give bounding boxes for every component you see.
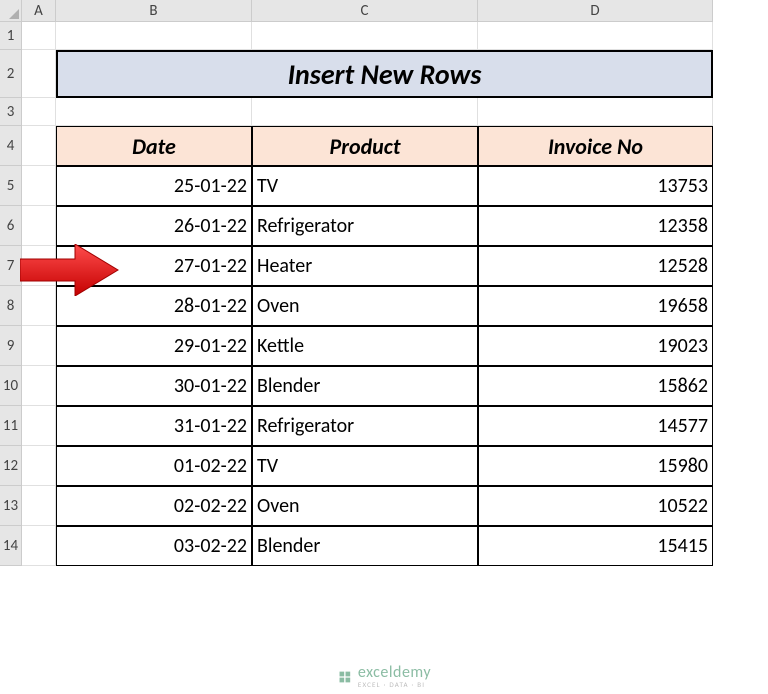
cell-invoice[interactable]: 12358 <box>478 206 713 246</box>
cell-d3[interactable] <box>478 98 713 126</box>
cell-product[interactable]: Blender <box>252 526 478 566</box>
table-row: 25-01-22 TV 13753 <box>22 166 713 206</box>
cell-date[interactable]: 29-01-22 <box>56 326 252 366</box>
cell-a3[interactable] <box>22 98 56 126</box>
watermark-tagline: EXCEL · DATA · BI <box>358 681 431 688</box>
cell-product[interactable]: TV <box>252 166 478 206</box>
row-header-9[interactable]: 9 <box>0 326 22 366</box>
cell-invoice[interactable]: 10522 <box>478 486 713 526</box>
column-headers: A B C D <box>22 0 713 22</box>
row-header-11[interactable]: 11 <box>0 406 22 446</box>
row-header-6[interactable]: 6 <box>0 206 22 246</box>
table-row: 28-01-22 Oven 19658 <box>22 286 713 326</box>
cell-a2[interactable] <box>22 50 56 98</box>
cell-date[interactable]: 31-01-22 <box>56 406 252 446</box>
header-invoice[interactable]: Invoice No <box>478 126 713 166</box>
table-row: 31-01-22 Refrigerator 14577 <box>22 406 713 446</box>
row-headers: 1 2 3 4 5 6 7 8 9 10 11 12 13 14 <box>0 22 22 566</box>
cell-invoice[interactable]: 15862 <box>478 366 713 406</box>
cell-product[interactable]: Oven <box>252 486 478 526</box>
cell-empty[interactable] <box>22 526 56 566</box>
cell-product[interactable]: Kettle <box>252 326 478 366</box>
arrow-icon <box>20 244 120 301</box>
cell-invoice[interactable]: 19658 <box>478 286 713 326</box>
row-header-5[interactable]: 5 <box>0 166 22 206</box>
cell-a1[interactable] <box>22 22 56 50</box>
cell-date[interactable]: 26-01-22 <box>56 206 252 246</box>
header-date[interactable]: Date <box>56 126 252 166</box>
cell-invoice[interactable]: 12528 <box>478 246 713 286</box>
watermark-icon <box>337 669 353 685</box>
select-all-corner[interactable] <box>0 0 22 22</box>
table-row: 02-02-22 Oven 10522 <box>22 486 713 526</box>
cell-empty[interactable] <box>22 406 56 446</box>
col-header-a[interactable]: A <box>22 0 56 22</box>
cell-date[interactable]: 25-01-22 <box>56 166 252 206</box>
title-cell[interactable]: Insert New Rows <box>56 50 713 98</box>
cell-c3[interactable] <box>252 98 478 126</box>
cell-empty[interactable] <box>22 326 56 366</box>
cell-empty[interactable] <box>22 206 56 246</box>
cell-c1[interactable] <box>252 22 478 50</box>
cell-date[interactable]: 03-02-22 <box>56 526 252 566</box>
cell-d1[interactable] <box>478 22 713 50</box>
cell-product[interactable]: Oven <box>252 286 478 326</box>
row-header-14[interactable]: 14 <box>0 526 22 566</box>
row-header-4[interactable]: 4 <box>0 126 22 166</box>
cell-product[interactable]: Heater <box>252 246 478 286</box>
cell-date[interactable]: 01-02-22 <box>56 446 252 486</box>
cell-a4[interactable] <box>22 126 56 166</box>
table-row: 30-01-22 Blender 15862 <box>22 366 713 406</box>
cell-invoice[interactable]: 19023 <box>478 326 713 366</box>
cell-product[interactable]: Blender <box>252 366 478 406</box>
row-header-12[interactable]: 12 <box>0 446 22 486</box>
cell-empty[interactable] <box>22 366 56 406</box>
col-header-c[interactable]: C <box>252 0 478 22</box>
table-row: 26-01-22 Refrigerator 12358 <box>22 206 713 246</box>
cell-invoice[interactable]: 15415 <box>478 526 713 566</box>
cell-b3[interactable] <box>56 98 252 126</box>
table-row: 01-02-22 TV 15980 <box>22 446 713 486</box>
header-product[interactable]: Product <box>252 126 478 166</box>
watermark: exceldemy EXCEL · DATA · BI <box>337 665 431 688</box>
cell-empty[interactable] <box>22 166 56 206</box>
spreadsheet-grid: Insert New Rows Date Product Invoice No … <box>22 22 713 566</box>
row-header-1[interactable]: 1 <box>0 22 22 50</box>
cell-product[interactable]: Refrigerator <box>252 206 478 246</box>
cell-product[interactable]: TV <box>252 446 478 486</box>
row-header-3[interactable]: 3 <box>0 98 22 126</box>
table-row: 27-01-22 Heater 12528 <box>22 246 713 286</box>
cell-empty[interactable] <box>22 486 56 526</box>
cell-empty[interactable] <box>22 446 56 486</box>
cell-product[interactable]: Refrigerator <box>252 406 478 446</box>
table-row: 03-02-22 Blender 15415 <box>22 526 713 566</box>
cell-date[interactable]: 30-01-22 <box>56 366 252 406</box>
cell-date[interactable]: 02-02-22 <box>56 486 252 526</box>
col-header-b[interactable]: B <box>56 0 252 22</box>
row-header-8[interactable]: 8 <box>0 286 22 326</box>
row-header-2[interactable]: 2 <box>0 50 22 98</box>
row-header-13[interactable]: 13 <box>0 486 22 526</box>
table-row: 29-01-22 Kettle 19023 <box>22 326 713 366</box>
cell-invoice[interactable]: 15980 <box>478 446 713 486</box>
cell-invoice[interactable]: 13753 <box>478 166 713 206</box>
watermark-brand: exceldemy <box>358 665 431 681</box>
row-header-10[interactable]: 10 <box>0 366 22 406</box>
cell-b1[interactable] <box>56 22 252 50</box>
row-header-7[interactable]: 7 <box>0 246 22 286</box>
col-header-d[interactable]: D <box>478 0 713 22</box>
cell-invoice[interactable]: 14577 <box>478 406 713 446</box>
